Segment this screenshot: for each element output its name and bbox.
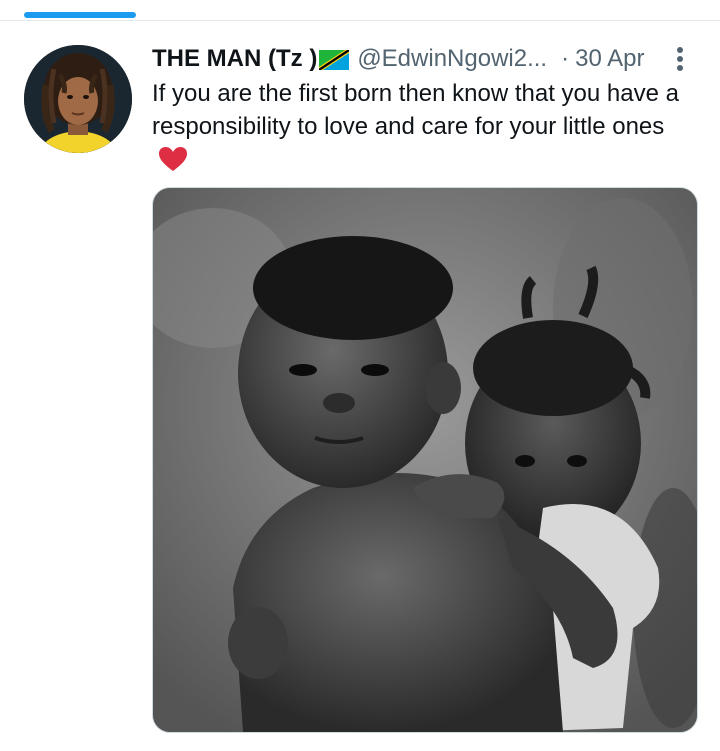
tweet-date[interactable]: 30 Apr: [575, 45, 644, 73]
display-name[interactable]: THE MAN (Tz ): [152, 45, 317, 73]
active-tab-indicator: [24, 12, 136, 18]
tweet-header: THE MAN (Tz ) @EdwinNgowi2... · 30 Apr: [152, 45, 692, 73]
more-options-icon[interactable]: [670, 45, 690, 73]
tweet-card[interactable]: THE MAN (Tz ) @EdwinNgowi2... · 30 Apr I…: [0, 21, 720, 751]
top-tab-strip: [0, 0, 720, 21]
red-heart-icon: [158, 146, 188, 172]
tweet-photo[interactable]: [152, 187, 698, 733]
tweet-body: If you are the first born then know that…: [152, 80, 679, 140]
header-separator: ·: [561, 45, 570, 72]
avatar[interactable]: [24, 45, 132, 153]
tanzania-flag-icon: [319, 49, 350, 70]
tweet-text: If you are the first born then know that…: [152, 77, 697, 176]
user-handle[interactable]: @EdwinNgowi2...: [357, 45, 547, 73]
